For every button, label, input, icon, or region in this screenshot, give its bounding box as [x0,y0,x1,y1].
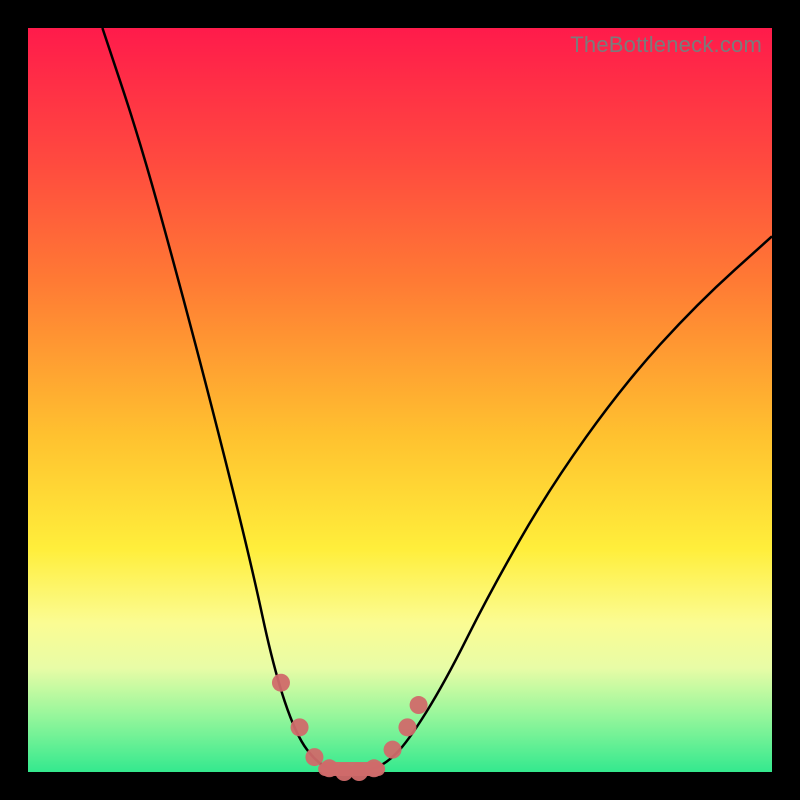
data-marker [365,759,383,777]
data-marker [398,718,416,736]
data-marker [410,696,428,714]
data-marker [384,741,402,759]
curve-line [102,28,772,772]
data-marker [291,718,309,736]
data-marker [272,674,290,692]
chart-frame: TheBottleneck.com [0,0,800,800]
bottleneck-curve-chart [28,28,772,772]
plot-area: TheBottleneck.com [28,28,772,772]
data-marker [305,748,323,766]
